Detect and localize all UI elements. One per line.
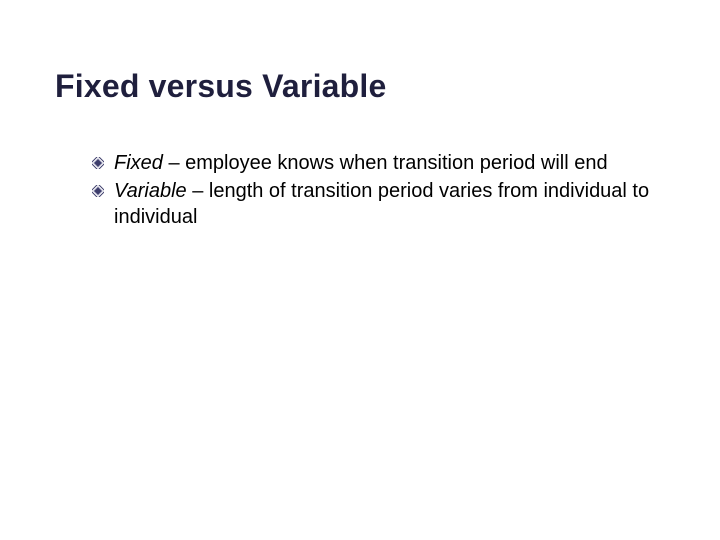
bullet-item: Fixed – employee knows when transition p… [92, 150, 652, 176]
bullet-desc: – employee knows when transition period … [163, 152, 608, 174]
slide-body: Fixed – employee knows when transition p… [92, 150, 652, 232]
bullet-text: Fixed – employee knows when transition p… [114, 150, 608, 176]
bullet-text: Variable – length of transition period v… [114, 178, 652, 230]
bullet-term: Fixed [114, 152, 163, 174]
slide-title: Fixed versus Variable [55, 68, 387, 105]
bullet-item: Variable – length of transition period v… [92, 178, 652, 230]
bullet-desc: – length of transition period varies fro… [114, 180, 649, 228]
diamond-bullet-icon [92, 184, 104, 196]
diamond-bullet-icon [92, 156, 104, 168]
bullet-term: Variable [114, 180, 187, 202]
slide: Fixed versus Variable Fixed – employee k… [0, 0, 720, 540]
